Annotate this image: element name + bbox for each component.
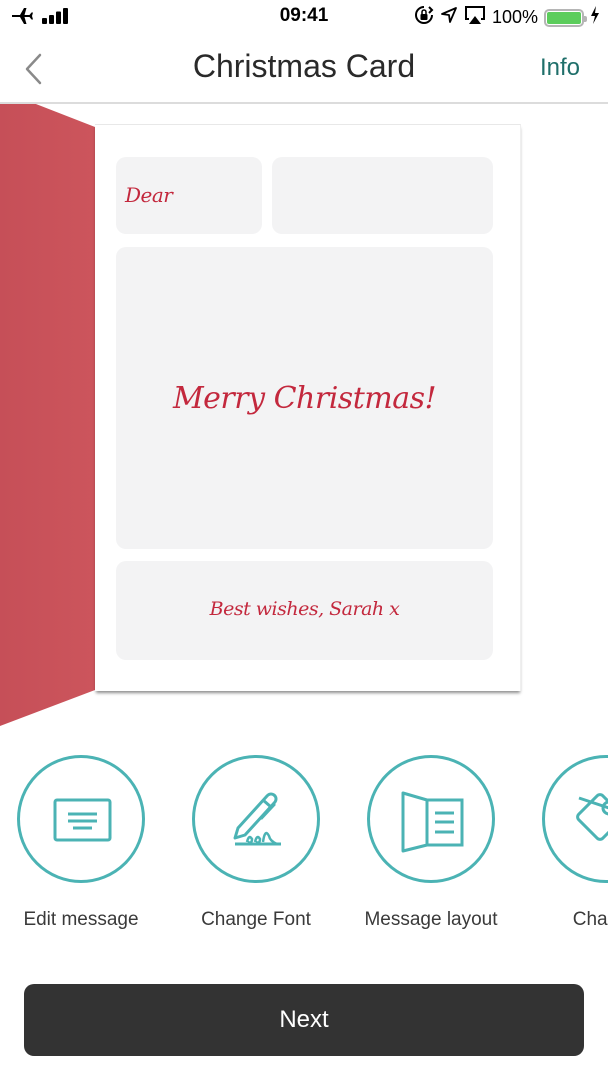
page-title: Christmas Card — [192, 48, 416, 84]
message-box[interactable]: Merry Christmas! — [116, 247, 493, 549]
signoff-text: Best wishes, Sarah x — [209, 598, 400, 620]
dear-box[interactable]: Dear — [116, 157, 262, 234]
card-layout-icon — [401, 791, 464, 853]
battery-fill — [547, 11, 581, 24]
status-right: 100% — [414, 5, 600, 30]
pen-signature-icon — [233, 792, 281, 846]
change-font-button[interactable] — [192, 755, 320, 883]
recipient-name-box[interactable] — [272, 157, 493, 234]
message-layout-label: Message layout — [364, 909, 498, 930]
card-cover-flap — [0, 90, 95, 726]
screen: 09:41 100% Christmas Card Info Dear Merr… — [0, 0, 608, 1080]
change-button[interactable] — [542, 755, 608, 883]
signoff-box[interactable]: Best wishes, Sarah x — [116, 561, 493, 660]
battery-percent: 100% — [491, 7, 538, 27]
orientation-lock-icon — [414, 5, 434, 30]
nav-bar: Christmas Card Info — [0, 34, 608, 104]
edit-message-label: Edit message — [23, 909, 139, 930]
card-inside: Dear Merry Christmas! Best wishes, Sarah… — [95, 124, 521, 691]
battery-nub — [584, 15, 587, 22]
change-label: Change — [572, 909, 608, 930]
message-layout-button[interactable] — [367, 755, 495, 883]
dear-text: Dear — [125, 183, 173, 207]
card-cover — [0, 90, 95, 726]
info-button[interactable]: Info — [540, 54, 580, 82]
location-icon — [440, 6, 458, 29]
tag-icon — [576, 793, 608, 841]
message-text: Merry Christmas! — [172, 381, 437, 416]
airplay-icon — [464, 5, 486, 30]
battery-icon — [544, 8, 587, 27]
next-button[interactable]: Next — [24, 984, 584, 1056]
change-font-label: Change Font — [201, 909, 311, 930]
charging-icon — [590, 6, 600, 29]
